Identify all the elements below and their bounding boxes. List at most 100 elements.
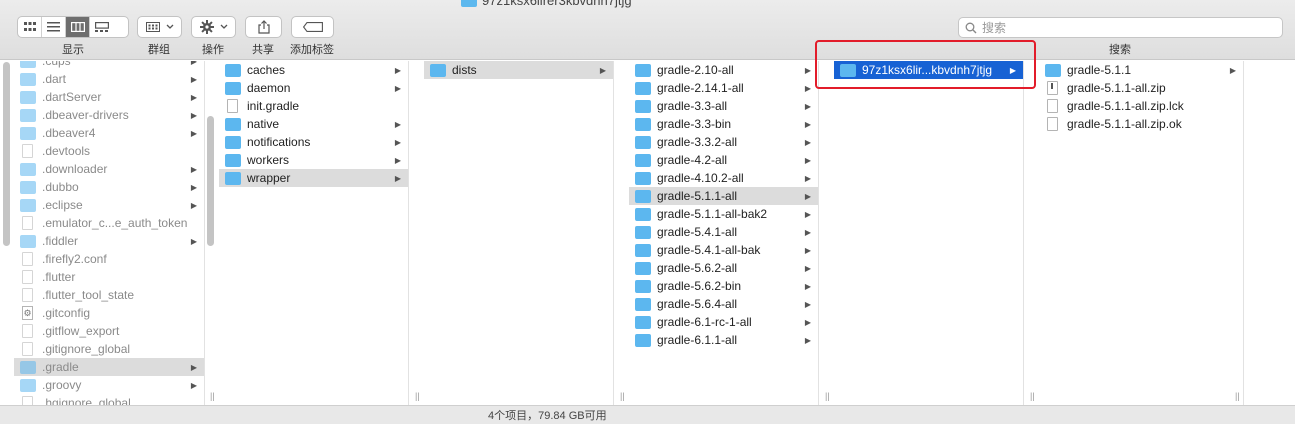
folder-row[interactable]: caches ▶	[219, 61, 408, 79]
folder-icon	[20, 126, 36, 140]
file-row[interactable]: ⚙ .gitconfig	[14, 304, 204, 322]
folder-row[interactable]: .cups ▶	[14, 61, 204, 70]
file-row[interactable]: gradle-5.1.1-all.zip.ok	[1039, 115, 1243, 133]
folder-row[interactable]: gradle-2.14.1-all ▶	[629, 79, 818, 97]
disclosure-arrow-icon: ▶	[804, 281, 812, 291]
file-row[interactable]: .gitignore_global	[14, 340, 204, 358]
folder-row[interactable]: dists ▶	[424, 61, 613, 79]
list-view-button[interactable]	[42, 17, 66, 37]
item-name: dists	[452, 63, 477, 77]
item-name: wrapper	[247, 171, 291, 185]
folder-row[interactable]: gradle-5.4.1-all-bak ▶	[629, 241, 818, 259]
folder-row[interactable]: gradle-5.6.2-bin ▶	[629, 277, 818, 295]
folder-row[interactable]: gradle-3.3-all ▶	[629, 97, 818, 115]
item-name: .emulator_c...e_auth_token	[42, 216, 188, 230]
folder-row[interactable]: gradle-2.10-all ▶	[629, 61, 818, 79]
document-icon	[22, 252, 33, 266]
disclosure-arrow-icon: ▶	[190, 110, 198, 120]
folder-row[interactable]: wrapper ▶	[219, 169, 408, 187]
icon-view-button[interactable]	[18, 17, 42, 37]
folder-row[interactable]: workers ▶	[219, 151, 408, 169]
folder-icon	[635, 333, 651, 347]
folder-row[interactable]: gradle-6.1-rc-1-all ▶	[629, 313, 818, 331]
folder-row[interactable]: gradle-4.2-all ▶	[629, 151, 818, 169]
column-home[interactable]: .cups ▶ .dart ▶ .dartServer ▶ .dbeaver-drivers…	[14, 61, 205, 405]
column-scrollbar[interactable]	[207, 116, 214, 246]
folder-row[interactable]: gradle-5.6.2-all ▶	[629, 259, 818, 277]
folder-icon	[635, 315, 651, 329]
folder-icon	[20, 108, 36, 122]
folder-icon	[635, 297, 651, 311]
item-name: gradle-6.1-rc-1-all	[657, 315, 752, 329]
folder-row[interactable]: .dart ▶	[14, 70, 204, 88]
file-row[interactable]: .firefly2.conf	[14, 250, 204, 268]
file-row[interactable]: .gitflow_export	[14, 322, 204, 340]
column-resize-handle[interactable]: ||	[825, 391, 830, 401]
column-wrapper[interactable]: dists ▶	[424, 61, 614, 405]
folder-row[interactable]: gradle-5.1.1-all-bak2 ▶	[629, 205, 818, 223]
file-row[interactable]: .hgignore_global	[14, 394, 204, 405]
folder-row[interactable]: .groovy ▶	[14, 376, 204, 394]
folder-row[interactable]: gradle-5.6.4-all ▶	[629, 295, 818, 313]
view-mode-segmented-control[interactable]	[17, 16, 129, 38]
item-name: gradle-3.3-bin	[657, 117, 732, 131]
column-dists[interactable]: gradle-2.10-all ▶ gradle-2.14.1-all ▶ gradle…	[629, 61, 819, 405]
column-resize-handle[interactable]: ||	[415, 391, 420, 401]
column-resize-handle[interactable]: ||	[1030, 391, 1035, 401]
folder-row[interactable]: gradle-5.4.1-all ▶	[629, 223, 818, 241]
folder-row[interactable]: .downloader ▶	[14, 160, 204, 178]
item-name: daemon	[247, 81, 291, 95]
gallery-view-button[interactable]	[90, 17, 114, 37]
folder-icon	[20, 198, 36, 212]
folder-row[interactable]: gradle-5.1.1-all ▶	[629, 187, 818, 205]
view-label: 显示	[62, 44, 84, 56]
item-name: .dubbo	[42, 180, 79, 194]
column-hash-folder[interactable]: gradle-5.1.1 ▶ gradle-5.1.1-all.zip gradle-…	[1039, 61, 1244, 405]
folder-row[interactable]: .eclipse ▶	[14, 196, 204, 214]
file-row[interactable]: gradle-5.1.1-all.zip	[1039, 79, 1243, 97]
file-row[interactable]: .devtools	[14, 142, 204, 160]
gear-icon	[199, 20, 214, 34]
item-name: gradle-5.1.1-all.zip.lck	[1067, 99, 1184, 113]
file-row[interactable]: .flutter	[14, 268, 204, 286]
folder-row[interactable]: daemon ▶	[219, 79, 408, 97]
file-row[interactable]: .flutter_tool_state	[14, 286, 204, 304]
folder-row[interactable]: .dubbo ▶	[14, 178, 204, 196]
item-name: .gitflow_export	[42, 324, 120, 338]
document-icon	[22, 324, 33, 338]
column-gradle[interactable]: caches ▶ daemon ▶ init.gradle native ▶ notifica…	[219, 61, 409, 405]
disclosure-arrow-icon: ▶	[190, 380, 198, 390]
folder-row[interactable]: .fiddler ▶	[14, 232, 204, 250]
disclosure-arrow-icon: ▶	[804, 263, 812, 273]
folder-row[interactable]: native ▶	[219, 115, 408, 133]
folder-row[interactable]: .dartServer ▶	[14, 88, 204, 106]
folder-row[interactable]: gradle-3.3.2-all ▶	[629, 133, 818, 151]
folder-row[interactable]: gradle-5.1.1 ▶	[1039, 61, 1243, 79]
column-gradle-5-1-1-all[interactable]: 97z1ksx6lir...kbvdnh7jtjg ▶	[834, 61, 1024, 405]
item-name: gradle-3.3-all	[657, 99, 728, 113]
window-title-text: 97z1ksx6lirer3kbvdnh7jtjg	[482, 0, 632, 8]
file-row[interactable]: .emulator_c...e_auth_token	[14, 214, 204, 232]
add-tag-button[interactable]	[291, 16, 334, 38]
search-field[interactable]: 搜索	[958, 17, 1283, 38]
sidebar-scrollbar[interactable]	[3, 62, 10, 246]
action-button[interactable]	[191, 16, 236, 38]
folder-icon	[635, 189, 651, 203]
folder-row[interactable]: gradle-3.3-bin ▶	[629, 115, 818, 133]
file-row[interactable]: init.gradle	[219, 97, 408, 115]
folder-row[interactable]: .dbeaver-drivers ▶	[14, 106, 204, 124]
folder-row[interactable]: gradle-4.10.2-all ▶	[629, 169, 818, 187]
column-resize-handle[interactable]: ||	[210, 391, 215, 401]
column-view-button[interactable]	[66, 17, 90, 37]
folder-row[interactable]: notifications ▶	[219, 133, 408, 151]
column-resize-handle[interactable]: ||	[620, 391, 625, 401]
column-resize-handle[interactable]: ||	[1235, 391, 1240, 401]
item-name: .cups	[42, 61, 71, 68]
item-name: gradle-5.6.4-all	[657, 297, 738, 311]
folder-row[interactable]: .gradle ▶	[14, 358, 204, 376]
group-button[interactable]	[137, 16, 182, 38]
share-button[interactable]	[245, 16, 282, 38]
folder-row[interactable]: gradle-6.1.1-all ▶	[629, 331, 818, 349]
folder-row[interactable]: .dbeaver4 ▶	[14, 124, 204, 142]
file-row[interactable]: gradle-5.1.1-all.zip.lck	[1039, 97, 1243, 115]
